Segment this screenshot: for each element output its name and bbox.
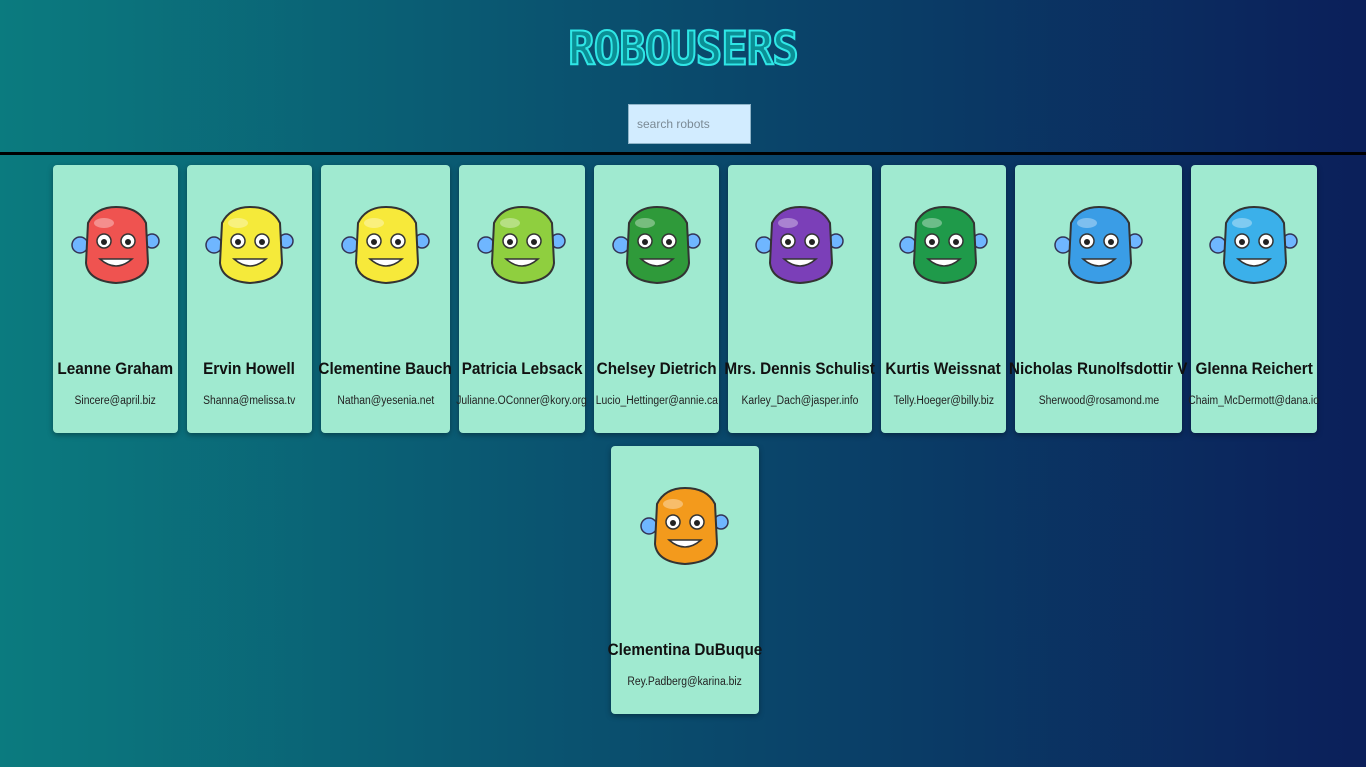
robot-email: Telly.Hoeger@billy.biz <box>893 395 994 407</box>
robot-email: Chaim_McDermott@dana.io <box>1188 395 1320 407</box>
robot-card-list: Leanne Graham Sincere@april.biz Ervin Ho… <box>0 155 1366 767</box>
robot-card[interactable]: Chelsey Dietrich Lucio_Hettinger@annie.c… <box>594 165 719 433</box>
robot-name: Clementine Bauch <box>318 359 453 378</box>
robot-email: Shanna@melissa.tv <box>203 395 296 407</box>
robot-avatar-icon <box>477 205 566 285</box>
robot-avatar-icon <box>340 205 430 285</box>
robot-email: Sincere@april.biz <box>74 395 157 407</box>
robot-name: Nicholas Runolfsdottir V <box>1009 359 1188 378</box>
robot-name: Kurtis Weissnat <box>885 359 1002 378</box>
robot-email: Julianne.OConner@kory.org <box>456 395 588 407</box>
search-input[interactable] <box>628 104 751 144</box>
robot-email: Karley_Dach@jasper.info <box>741 395 859 407</box>
robot-avatar-icon <box>640 486 729 566</box>
robot-card[interactable]: Ervin Howell Shanna@melissa.tv <box>187 165 312 433</box>
app-title: ROBOUSERS <box>567 22 799 78</box>
robot-name: Glenna Reichert <box>1195 359 1313 378</box>
robot-avatar-icon <box>755 205 844 285</box>
robot-avatar-icon <box>204 205 294 285</box>
robot-avatar-icon <box>1209 205 1298 285</box>
robot-name: Chelsey Dietrich <box>596 359 717 378</box>
robot-name: Patricia Lebsack <box>461 359 583 378</box>
robot-email: Lucio_Hettinger@annie.ca <box>595 395 718 407</box>
robot-avatar-icon <box>611 205 701 285</box>
app-header: ROBOUSERS <box>0 0 1366 155</box>
robot-name: Clementina DuBuque <box>607 640 763 659</box>
robot-email: Rey.Padberg@karina.biz <box>627 676 743 688</box>
robot-card[interactable]: Glenna Reichert Chaim_McDermott@dana.io <box>1188 165 1320 433</box>
robot-name: Ervin Howell <box>203 359 296 378</box>
robot-card[interactable]: Clementine Bauch Nathan@yesenia.net <box>318 165 453 433</box>
robot-card[interactable]: Clementina DuBuque Rey.Padberg@karina.bi… <box>608 446 762 714</box>
robot-avatar-icon <box>70 205 160 285</box>
robot-email: Sherwood@rosamond.me <box>1038 395 1159 407</box>
robot-card[interactable]: Kurtis Weissnat Telly.Hoeger@billy.biz <box>881 165 1006 433</box>
robot-card[interactable]: Mrs. Dennis Schulist Karley_Dach@jasper.… <box>724 165 876 433</box>
robot-card[interactable]: Leanne Graham Sincere@april.biz <box>53 165 178 433</box>
robot-card[interactable]: Patricia Lebsack Julianne.OConner@kory.o… <box>456 165 588 433</box>
robot-avatar-icon <box>898 205 988 285</box>
robot-card[interactable]: Nicholas Runolfsdottir V Sherwood@rosamo… <box>1009 165 1188 433</box>
robot-email: Nathan@yesenia.net <box>337 395 434 407</box>
robot-name: Mrs. Dennis Schulist <box>724 359 876 378</box>
robot-avatar-icon <box>1053 205 1143 285</box>
robot-name: Leanne Graham <box>57 359 174 378</box>
